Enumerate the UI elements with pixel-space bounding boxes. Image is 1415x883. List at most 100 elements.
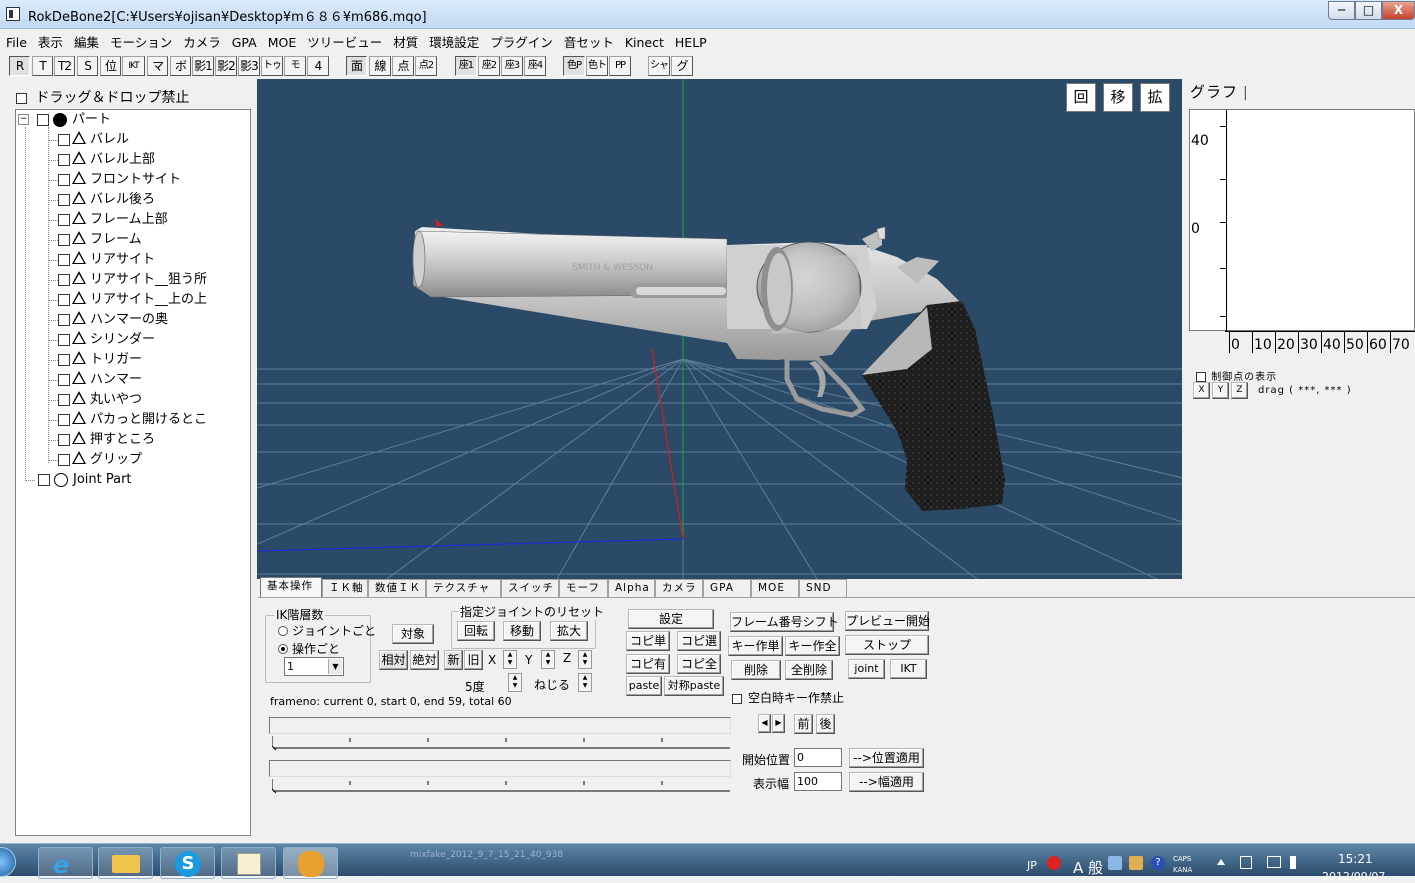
toolbar-ma-button[interactable]: マ <box>147 56 168 76</box>
tree-node[interactable]: リアサイト__狙う所 <box>58 270 207 290</box>
tree-node-root[interactable]: − パート <box>18 110 111 130</box>
toolbar-mo-button[interactable]: モ <box>284 56 306 76</box>
checkbox-icon[interactable] <box>58 413 70 426</box>
copy-single-button[interactable]: コピ単 <box>626 631 670 651</box>
taskbar-app-button[interactable] <box>221 847 276 879</box>
delete-all-keys-button[interactable]: 全削除 <box>785 660 833 680</box>
tree-node[interactable]: 丸いやつ <box>58 390 142 410</box>
checkbox-icon[interactable] <box>58 293 70 306</box>
tab-basic-ops[interactable]: 基本操作 <box>260 577 322 597</box>
copy-selected-button[interactable]: コピ選 <box>677 631 721 651</box>
checkbox-icon[interactable] <box>58 433 70 446</box>
tree-node[interactable]: ハンマー <box>58 370 142 390</box>
tab-gpa[interactable]: GPA <box>703 579 751 597</box>
checkbox-icon[interactable] <box>38 473 50 486</box>
tab-switch[interactable]: スイッチ <box>501 579 559 597</box>
menu-gpa[interactable]: GPA <box>226 33 262 50</box>
toolbar-color-to-button[interactable]: 色ト <box>586 56 608 76</box>
checkbox-icon[interactable] <box>37 113 49 126</box>
maximize-button[interactable]: □ <box>1355 1 1382 20</box>
apply-position-button[interactable]: -->位置適用 <box>849 748 924 768</box>
no-key-when-empty-checkbox[interactable]: 空白時キー作禁止 <box>732 689 844 706</box>
checkbox-icon[interactable] <box>58 393 70 406</box>
tab-snd[interactable]: SND <box>799 579 847 597</box>
toolbar-point2-button[interactable]: 点2 <box>415 56 437 76</box>
toolbar-bo-button[interactable]: ボ <box>170 56 191 76</box>
toolbar-face-button[interactable]: 面 <box>346 56 367 76</box>
ikt-button[interactable]: IKT <box>890 659 927 679</box>
copy-all-button[interactable]: コピ全 <box>677 654 721 674</box>
show-hidden-icons-icon[interactable] <box>1217 859 1225 865</box>
delete-key-button[interactable]: 削除 <box>731 660 781 680</box>
clock-date[interactable]: 2012/09/07 <box>1322 870 1385 883</box>
tab-numeric-ik[interactable]: 数値ＩＫ <box>368 579 426 597</box>
new-button[interactable]: 新 <box>444 650 463 670</box>
menu-motion[interactable]: モーション <box>104 30 177 51</box>
taskbar-ie-button[interactable]: e <box>38 847 93 879</box>
tab-alpha[interactable]: Alpha <box>608 579 655 597</box>
move-view-button[interactable]: 移 <box>1103 83 1133 112</box>
menu-kinect[interactable]: Kinect <box>619 33 669 50</box>
settings-button[interactable]: 設定 <box>628 609 714 629</box>
toolbar-t2-button[interactable]: T2 <box>54 56 75 76</box>
start-button[interactable] <box>0 847 16 877</box>
toolbar-coord4-button[interactable]: 座4 <box>524 56 546 76</box>
tab-moe[interactable]: MOE <box>751 579 799 597</box>
create-key-single-button[interactable]: キー作単 <box>728 636 783 656</box>
toolbar-coord1-button[interactable]: 座1 <box>455 56 477 76</box>
stop-button[interactable]: ストップ <box>845 635 929 655</box>
frame-shift-button[interactable]: フレーム番号シフト <box>730 612 839 632</box>
radio-per-joint[interactable]: ジョイントごと <box>278 622 376 639</box>
toolbar-scale-button[interactable]: S <box>77 56 98 76</box>
tab-morph[interactable]: モーフ <box>559 579 608 597</box>
reset-move-button[interactable]: 移動 <box>503 621 541 641</box>
relative-button[interactable]: 相対 <box>379 650 408 670</box>
checkbox-icon[interactable] <box>58 313 70 326</box>
toolbar-4-button[interactable]: 4 <box>307 56 329 76</box>
flag-icon[interactable] <box>1240 856 1252 869</box>
preview-start-button[interactable]: プレビュー開始 <box>845 611 930 631</box>
volume-icon[interactable] <box>1290 856 1302 869</box>
toolbar-shadow1-button[interactable]: 影1 <box>192 56 214 76</box>
toolbar-translate-button[interactable]: T <box>32 56 53 76</box>
checkbox-icon[interactable] <box>58 153 70 166</box>
tree-node[interactable]: パカっと開けるとこ <box>58 410 207 430</box>
taskbar-skype-button[interactable]: S <box>160 847 215 879</box>
checkbox-icon[interactable] <box>58 273 70 286</box>
menu-environment[interactable]: 環境設定 <box>423 30 484 51</box>
tree-node[interactable]: グリップ <box>58 450 142 470</box>
old-button[interactable]: 旧 <box>464 650 483 670</box>
graph-canvas[interactable]: 40 0 <box>1189 109 1415 332</box>
ime-tools-icon[interactable] <box>1108 856 1122 870</box>
start-position-input[interactable]: 0 <box>794 748 842 767</box>
ik-levels-select[interactable]: 1 ▼ <box>284 657 344 676</box>
menu-moe[interactable]: MOE <box>262 33 302 50</box>
checkbox-icon[interactable] <box>58 213 70 226</box>
display-width-input[interactable]: 100 <box>794 772 842 791</box>
tab-texture[interactable]: テクスチャ <box>426 579 501 597</box>
checkbox-icon[interactable] <box>58 173 70 186</box>
toolbar-tou-button[interactable]: トゥ <box>261 56 283 76</box>
toolbar-point-button[interactable]: 点 <box>392 56 414 76</box>
tree-node[interactable]: トリガー <box>58 350 142 370</box>
checkbox-icon[interactable] <box>58 373 70 386</box>
menu-soundset[interactable]: 音セット <box>558 30 619 51</box>
ime-icon[interactable] <box>1047 856 1061 870</box>
graph-z-button[interactable]: Z <box>1231 382 1248 399</box>
tree-node[interactable]: バレル後ろ <box>58 190 155 210</box>
ime-dictionary-icon[interactable] <box>1129 856 1143 870</box>
z-spinner[interactable]: ▲ ▼ <box>578 650 592 669</box>
copy-existing-button[interactable]: コピ有 <box>626 654 670 674</box>
language-indicator[interactable]: JP <box>1027 859 1037 872</box>
twist-spinner[interactable]: ▲ ▼ <box>578 673 592 692</box>
next-key-button[interactable]: 後 <box>816 714 835 734</box>
toolbar-position-button[interactable]: 位 <box>100 56 121 76</box>
minimize-button[interactable]: ─ <box>1328 1 1355 20</box>
tab-camera[interactable]: カメラ <box>655 579 703 597</box>
joint-button[interactable]: joint <box>848 659 885 679</box>
toolbar-sha-button[interactable]: シャ <box>648 56 670 76</box>
checkbox-icon[interactable] <box>58 353 70 366</box>
checkbox-icon[interactable] <box>58 193 70 206</box>
prev-key-button[interactable]: 前 <box>794 714 813 734</box>
toolbar-coord2-button[interactable]: 座2 <box>478 56 500 76</box>
